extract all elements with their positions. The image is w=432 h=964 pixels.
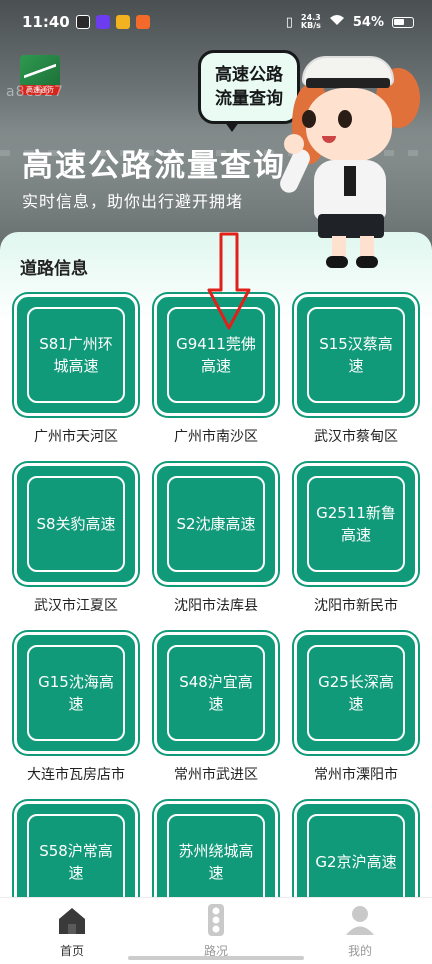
road-name: S2沈康高速 <box>167 476 265 572</box>
road-sign[interactable]: G2京沪高速 <box>294 801 418 900</box>
road-card[interactable]: S81广州环城高速 广州市天河区 <box>14 294 138 446</box>
road-card[interactable]: G25长深高速 常州市溧阳市 <box>294 632 418 784</box>
home-icon <box>54 902 90 938</box>
road-name: G25长深高速 <box>307 645 405 741</box>
app-notification-icon <box>75 15 90 29</box>
road-card[interactable]: S2沈康高速 沈阳市法库县 <box>154 463 278 615</box>
gesture-home-bar[interactable] <box>128 956 304 960</box>
police-mascot-illustration <box>277 48 430 270</box>
vibrate-icon: ▯ <box>285 14 293 30</box>
page-title: 高速公路流量查询 <box>22 148 286 184</box>
bottom-navigation: 首页 路况 我的 <box>0 897 432 964</box>
road-card[interactable]: G2京沪高速 <box>294 801 418 900</box>
traffic-light-icon <box>198 902 234 938</box>
road-sign[interactable]: G15沈海高速 <box>14 632 138 754</box>
bubble-line-1: 高速公路 <box>215 65 283 85</box>
road-name: G2京沪高速 <box>307 814 405 900</box>
road-location: 广州市南沙区 <box>174 429 258 445</box>
red-down-arrow-annotation <box>207 232 251 330</box>
road-info-panel: 道路信息 S81广州环城高速 广州市天河区 G9411莞佛高速 广州市南沙区 S… <box>0 232 432 900</box>
road-sign[interactable]: S58沪常高速 <box>14 801 138 900</box>
road-name: G15沈海高速 <box>27 645 125 741</box>
road-sign[interactable]: S48沪宜高速 <box>154 632 278 754</box>
road-name: S8关豹高速 <box>27 476 125 572</box>
nav-mine-label: 我的 <box>347 944 372 958</box>
road-name: 苏州绕城高速 <box>167 814 265 900</box>
road-sign[interactable]: 苏州绕城高速 <box>154 801 278 900</box>
road-location: 大连市瓦房店市 <box>27 767 125 783</box>
road-name: S81广州环城高速 <box>27 307 125 403</box>
road-card[interactable]: S15汉蔡高速 武汉市蔡甸区 <box>294 294 418 446</box>
road-location: 常州市武进区 <box>174 767 258 783</box>
road-card[interactable]: S48沪宜高速 常州市武进区 <box>154 632 278 784</box>
section-title: 道路信息 <box>20 259 88 279</box>
road-card[interactable]: G2511新鲁高速 沈阳市新民市 <box>294 463 418 615</box>
user-icon <box>342 902 378 938</box>
road-location: 武汉市江夏区 <box>34 598 118 614</box>
nav-home-label: 首页 <box>59 944 84 958</box>
road-location: 武汉市蔡甸区 <box>314 429 398 445</box>
nav-home[interactable]: 首页 <box>0 898 144 964</box>
road-name: S48沪宜高速 <box>167 645 265 741</box>
nav-mine[interactable]: 我的 <box>288 898 432 964</box>
video-app-icon <box>95 15 110 29</box>
road-card[interactable]: 苏州绕城高速 <box>154 801 278 900</box>
road-location: 广州市天河区 <box>34 429 118 445</box>
road-name: S58沪常高速 <box>27 814 125 900</box>
road-name: S15汉蔡高速 <box>307 307 405 403</box>
status-time: 11:40 <box>22 13 70 31</box>
chat-app-icon <box>115 15 130 29</box>
road-sign[interactable]: S8关豹高速 <box>14 463 138 585</box>
status-bar: 11:40 ▯ 24.3 KB/s 54% <box>0 0 432 44</box>
wifi-icon <box>329 14 345 30</box>
net-speed: 24.3 KB/s <box>300 13 321 30</box>
shopping-app-icon <box>135 15 150 29</box>
road-location: 沈阳市法库县 <box>174 598 258 614</box>
battery-text: 54% <box>352 14 384 30</box>
road-sign[interactable]: S81广州环城高速 <box>14 294 138 416</box>
bubble-line-2: 流量查询 <box>215 89 283 109</box>
road-sign[interactable]: S15汉蔡高速 <box>294 294 418 416</box>
road-sign[interactable]: S2沈康高速 <box>154 463 278 585</box>
road-card[interactable]: S8关豹高速 武汉市江夏区 <box>14 463 138 615</box>
page-subtitle: 实时信息，助你出行避开拥堵 <box>22 192 244 211</box>
road-card[interactable]: G15沈海高速 大连市瓦房店市 <box>14 632 138 784</box>
watermark: a8c527 <box>6 84 64 100</box>
road-location: 沈阳市新民市 <box>314 598 398 614</box>
battery-icon <box>392 16 414 28</box>
road-sign[interactable]: G2511新鲁高速 <box>294 463 418 585</box>
road-card[interactable]: S58沪常高速 <box>14 801 138 900</box>
nav-traffic[interactable]: 路况 <box>144 898 288 964</box>
road-name: G2511新鲁高速 <box>307 476 405 572</box>
road-sign[interactable]: G25长深高速 <box>294 632 418 754</box>
road-location: 常州市溧阳市 <box>314 767 398 783</box>
